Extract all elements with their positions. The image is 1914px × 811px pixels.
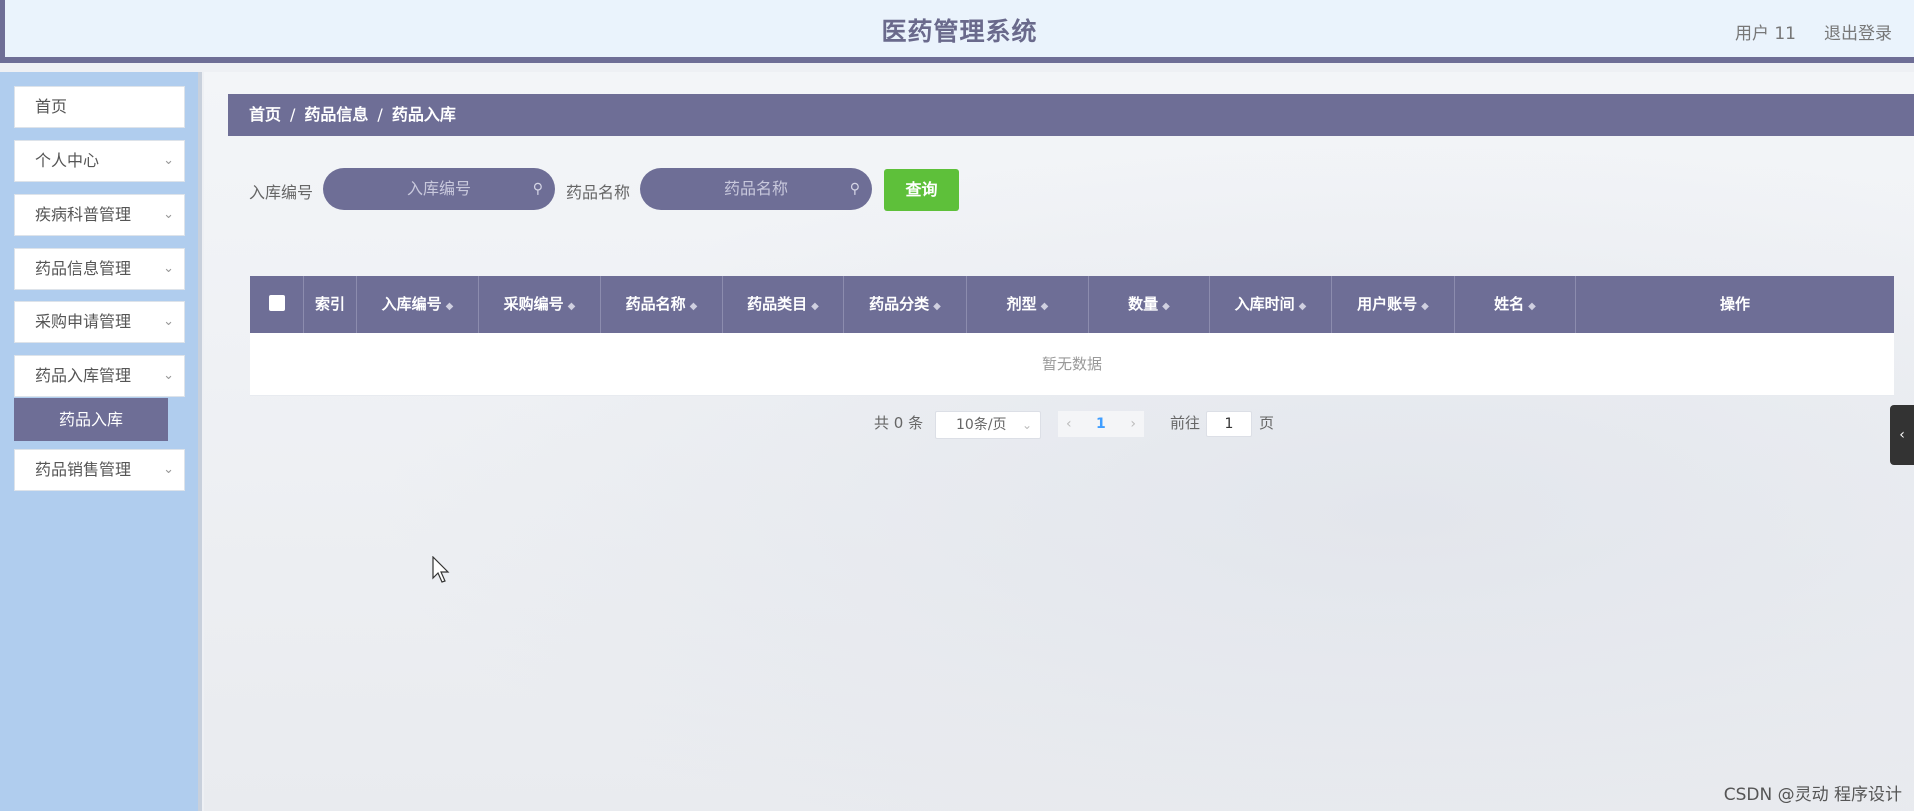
watermark: CSDN @灵动 程序设计 xyxy=(1723,785,1902,805)
column-header-dosage-form[interactable]: 剂型 ◆ xyxy=(967,276,1089,333)
chevron-down-icon: ⌄ xyxy=(163,462,174,477)
logout-button[interactable]: 退出登录 xyxy=(1824,19,1892,44)
total-count: 共 0 条 xyxy=(874,414,924,432)
app-title: 医药管理系统 xyxy=(881,17,1038,46)
sort-icon: ◆ xyxy=(1162,301,1170,312)
drug-name-search: ⚲ xyxy=(640,168,872,210)
sort-icon: ◆ xyxy=(1528,301,1536,312)
stockin-number-input[interactable] xyxy=(349,179,529,198)
sidebar-item-label: 个人中心 xyxy=(35,151,100,170)
sidebar-item-drug-sales[interactable]: 药品销售管理 ⌄ xyxy=(14,449,185,491)
sort-icon: ◆ xyxy=(567,301,576,312)
sidebar-item-label: 疾病科普管理 xyxy=(35,205,132,224)
chevron-left-icon: ‹ xyxy=(1899,427,1905,443)
breadcrumb-current: 药品入库 xyxy=(391,105,456,124)
drug-name-input[interactable] xyxy=(666,179,846,198)
column-header-drug-category[interactable]: 药品类目 ◆ xyxy=(723,276,844,333)
sidebar-subitem-drug-stockin[interactable]: 药品入库 xyxy=(14,398,168,441)
stockin-number-label: 入库编号 xyxy=(249,183,314,202)
breadcrumb-separator: / xyxy=(377,105,383,124)
pager-nav: ‹ 1 › xyxy=(1058,411,1144,437)
sort-icon: ◆ xyxy=(811,301,819,312)
sidebar-item-home[interactable]: 首页 xyxy=(14,86,185,128)
column-header-index: 索引 xyxy=(304,276,357,333)
column-header-drug-name[interactable]: 药品名称 ◆ xyxy=(601,276,723,333)
sort-icon: ◆ xyxy=(445,301,454,312)
sort-icon: ◆ xyxy=(1421,301,1429,312)
chevron-down-icon: ⌄ xyxy=(163,261,174,276)
sort-icon: ◆ xyxy=(933,301,941,312)
page-number-current[interactable]: 1 xyxy=(1096,411,1106,437)
column-header-name[interactable]: 姓名 ◆ xyxy=(1455,276,1576,333)
empty-text: 暂无数据 xyxy=(1041,355,1102,373)
sidebar-item-label: 采购申请管理 xyxy=(35,312,132,331)
table-empty-row: 暂无数据 xyxy=(250,333,1894,396)
sidebar-item-drug-stockin[interactable]: 药品入库管理 ⌄ xyxy=(14,355,185,397)
sidebar-item-purchase-request[interactable]: 采购申请管理 ⌄ xyxy=(14,301,185,343)
query-button[interactable]: 查询 xyxy=(884,169,959,211)
chevron-left-icon[interactable]: ‹ xyxy=(1066,411,1072,437)
breadcrumb-separator: / xyxy=(290,105,296,124)
sort-icon: ◆ xyxy=(1040,301,1049,312)
column-header-drug-classification[interactable]: 药品分类 ◆ xyxy=(844,276,967,333)
mouse-cursor-icon xyxy=(432,556,450,583)
stockin-table: 索引 入库编号 ◆ 采购编号 ◆ 药品名称 ◆ 药品类目 ◆ 药品分类 ◆ 剂型 ◆ 数量 ◆… xyxy=(250,276,1894,396)
user-label: 用户 11 xyxy=(1734,24,1796,44)
page-size-select[interactable]: 10条/页 ⌄ xyxy=(935,411,1041,439)
sidebar-item-label: 药品信息管理 xyxy=(35,259,132,278)
chevron-down-icon: ⌄ xyxy=(163,207,174,222)
chevron-down-icon: ⌄ xyxy=(163,368,174,383)
sort-icon: ◆ xyxy=(689,301,698,312)
column-header-user-account[interactable]: 用户账号 ◆ xyxy=(1332,276,1455,333)
select-all-cell xyxy=(250,276,304,333)
search-icon: ⚲ xyxy=(532,181,543,197)
column-header-purchase-number[interactable]: 采购编号 ◆ xyxy=(479,276,601,333)
sort-icon: ◆ xyxy=(1298,301,1307,312)
chevron-right-icon[interactable]: › xyxy=(1130,411,1136,437)
breadcrumb-drug-info[interactable]: 药品信息 xyxy=(304,105,368,124)
page-suffix: 页 xyxy=(1259,414,1275,432)
column-header-quantity[interactable]: 数量 ◆ xyxy=(1089,276,1210,333)
breadcrumb-home[interactable]: 首页 xyxy=(249,105,281,124)
drug-name-label: 药品名称 xyxy=(566,183,631,202)
page-size-value: 10条/页 xyxy=(956,417,1007,433)
chevron-down-icon: ⌄ xyxy=(1021,418,1032,432)
search-icon: ⚲ xyxy=(849,181,860,197)
main-content: 首页 / 药品信息 / 药品入库 入库编号 ⚲ 药品名称 ⚲ 查询 索引 入库编号◆ 采… xyxy=(204,72,1914,811)
sidebar-item-drug-info[interactable]: 药品信息管理 ⌄ xyxy=(14,248,185,290)
collapse-panel-button[interactable]: ‹ xyxy=(1890,405,1914,465)
column-header-actions: 操作 xyxy=(1719,295,1750,313)
column-header-stockin-number[interactable]: 入库编号 ◆ xyxy=(357,276,479,333)
chevron-down-icon: ⌄ xyxy=(163,314,174,329)
top-header: 医药管理系统 用户 11 退出登录 xyxy=(0,0,1914,63)
goto-page-input[interactable] xyxy=(1206,411,1252,437)
sidebar-item-label: 药品销售管理 xyxy=(35,460,132,479)
sidebar-item-label: 首页 xyxy=(35,97,68,116)
breadcrumb: 首页 / 药品信息 / 药品入库 xyxy=(228,94,1914,136)
sidebar-item-disease-science[interactable]: 疾病科普管理 ⌄ xyxy=(14,194,185,236)
select-all-checkbox[interactable] xyxy=(268,295,285,311)
table-header: 索引 入库编号 ◆ 采购编号 ◆ 药品名称 ◆ 药品类目 ◆ 药品分类 ◆ 剂型 ◆ 数量 ◆… xyxy=(250,276,1894,333)
stockin-number-search: ⚲ xyxy=(323,168,555,210)
sidebar-item-label: 药品入库管理 xyxy=(35,366,132,385)
chevron-down-icon: ⌄ xyxy=(163,153,174,168)
column-header-stockin-time[interactable]: 入库时间 ◆ xyxy=(1210,276,1332,333)
goto-label: 前往 xyxy=(1170,414,1201,432)
sidebar: 首页 个人中心 ⌄ 疾病科普管理 ⌄ 药品信息管理 ⌄ 采购申请管理 ⌄ 药品入… xyxy=(0,72,202,811)
sidebar-item-personal-center[interactable]: 个人中心 ⌄ xyxy=(14,140,185,182)
